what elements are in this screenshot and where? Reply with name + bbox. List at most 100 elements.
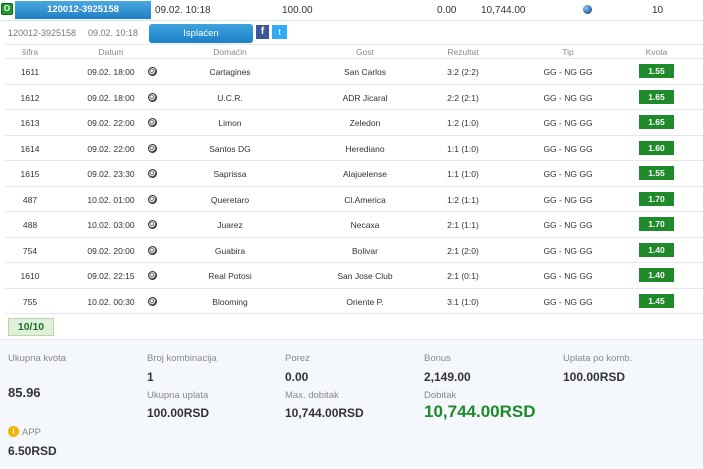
row-datum: 09.02. 22:00: [87, 118, 135, 128]
table-row: 1613 09.02. 22:00 Limon Zeledon 1:2 (1:0…: [5, 110, 703, 136]
row-odds-badge: 1.40: [639, 242, 674, 257]
row-result: 2:1 (2:0): [447, 245, 479, 256]
stake-per-combination-label: Uplata po komb.: [563, 353, 633, 364]
ticket-id-tab[interactable]: 120012-3925158: [15, 1, 151, 19]
row-home-team: Juarez: [217, 220, 243, 230]
row-sifra: 754: [22, 245, 38, 256]
row-datum: 09.02. 22:00: [87, 143, 135, 154]
app-value: 6.50RSD: [8, 444, 57, 458]
matches-counter-badge: 10/10: [8, 318, 54, 336]
row-sifra: 487: [22, 194, 38, 205]
ticket-subheader: 120012-3925158 09.02. 10:18 Isplaćen f t: [0, 22, 703, 44]
row-tip: GG - NG GG: [543, 118, 593, 128]
row-home-team: Limon: [218, 118, 242, 128]
row-sifra: 1615: [20, 169, 40, 179]
table-row: 1610 09.02. 22:15 Real Potosi San Jose C…: [5, 263, 703, 289]
ticket-win: 10,744.00: [481, 5, 526, 16]
ticket-header-row[interactable]: O 120012-3925158 09.02. 10:18 100.00 0.0…: [0, 0, 703, 21]
matches-table: šifra Datum Domaćin Gost Rezultat Tip Kv…: [5, 44, 703, 314]
table-row: 1614 09.02. 22:00 Santos DG Herediano 1:…: [5, 136, 703, 161]
row-datum: 09.02. 18:00: [87, 67, 135, 77]
soccer-ball-icon: [148, 143, 157, 153]
row-sifra: 488: [22, 220, 38, 230]
col-rezultat: Rezultat: [447, 47, 479, 57]
row-home-team: Santos DG: [209, 143, 251, 154]
row-sifra: 755: [22, 296, 38, 307]
total-stake-value: 100.00RSD: [147, 406, 210, 420]
total-stake-label: Ukupna uplata: [147, 390, 209, 401]
win-value: 10,744.00RSD: [424, 402, 536, 421]
row-tip: GG - NG GG: [543, 67, 593, 77]
row-result: 2:2 (2:1): [447, 92, 479, 103]
row-datum: 10.02. 01:00: [87, 194, 135, 205]
row-odds-badge: 1.40: [639, 268, 674, 282]
row-home-team: Real Potosi: [208, 271, 252, 281]
sub-ticket-date: 09.02. 10:18: [88, 28, 139, 38]
row-result: 2:1 (0:1): [447, 271, 479, 281]
col-domacin: Domaćin: [213, 47, 247, 57]
facebook-share-icon[interactable]: f: [256, 25, 269, 39]
row-sifra: 1614: [20, 143, 40, 154]
row-result: 1:2 (1:0): [447, 118, 479, 128]
ticket-match-count: 10: [652, 5, 664, 16]
row-home-team: U.C.R.: [217, 92, 243, 103]
total-odds-label: Ukupna kvota: [8, 353, 67, 364]
app-label: APP: [22, 427, 42, 438]
table-row: 488 10.02. 03:00 Juarez Necaxa 2:1 (1:1)…: [5, 212, 703, 238]
col-datum: Datum: [98, 47, 124, 57]
row-away-team: Bolivar: [352, 245, 378, 256]
status-check-icon: O: [1, 3, 13, 15]
row-odds-badge: 1.45: [639, 293, 674, 308]
ticket-date: 09.02. 10:18: [155, 5, 211, 16]
row-away-team: Necaxa: [350, 220, 380, 230]
row-away-team: Herediano: [345, 143, 385, 154]
table-row: 755 10.02. 00:30 Blooming Oriente P. 3:1…: [5, 289, 703, 314]
total-odds-value: 85.96: [8, 385, 41, 400]
max-win-label: Max. dobitak: [285, 390, 339, 401]
row-odds-badge: 1.55: [639, 64, 674, 78]
row-odds-badge: 1.60: [639, 140, 674, 155]
row-result: 2:1 (1:1): [447, 220, 479, 230]
row-result: 1:1 (1:0): [447, 169, 479, 179]
row-sifra: 1613: [20, 118, 40, 128]
row-tip: GG - NG GG: [543, 271, 593, 281]
row-datum: 10.02. 03:00: [87, 220, 135, 230]
row-odds-badge: 1.70: [639, 191, 674, 206]
row-sifra: 1612: [20, 92, 40, 103]
paid-status-button[interactable]: Isplaćen: [149, 24, 253, 43]
row-home-team: Saprissa: [213, 169, 247, 179]
row-datum: 09.02. 20:00: [87, 245, 135, 256]
soccer-ball-icon: [148, 220, 157, 229]
combinations-label: Broj kombinacija: [147, 353, 217, 364]
info-icon[interactable]: i: [8, 426, 19, 437]
tax-value: 0.00: [285, 370, 309, 384]
soccer-ball-icon: [148, 92, 157, 102]
row-sifra: 1611: [20, 67, 40, 77]
row-tip: GG - NG GG: [543, 245, 593, 256]
row-odds-badge: 1.70: [639, 217, 674, 231]
row-tip: GG - NG GG: [543, 92, 593, 103]
row-sifra: 1610: [20, 271, 40, 281]
table-row: 1615 09.02. 23:30 Saprissa Alajuelense 1…: [5, 161, 703, 187]
soccer-ball-icon: [148, 271, 157, 280]
twitter-share-icon[interactable]: t: [272, 25, 287, 39]
table-header: šifra Datum Domaćin Gost Rezultat Tip Kv…: [5, 45, 703, 59]
row-away-team: Zeledon: [349, 118, 381, 128]
stake-per-combination-value: 100.00RSD: [563, 370, 626, 384]
row-tip: GG - NG GG: [543, 194, 593, 205]
row-away-team: Alajuelense: [343, 169, 387, 179]
tax-label: Porez: [285, 353, 310, 364]
row-datum: 09.02. 22:15: [87, 271, 135, 281]
soccer-ball-icon: [148, 118, 157, 127]
ticket-tax: 0.00: [437, 5, 457, 16]
sub-ticket-id: 120012-3925158: [8, 28, 77, 38]
col-gost: Gost: [356, 47, 374, 57]
row-result: 1:2 (1:1): [447, 194, 479, 205]
row-odds-badge: 1.65: [639, 115, 674, 129]
row-datum: 09.02. 18:00: [87, 92, 135, 103]
ticket-summary: Ukupna kvota 85.96 i APP 6.50RSD Broj ko…: [0, 339, 703, 469]
row-datum: 10.02. 00:30: [87, 296, 135, 307]
row-home-team: Cartagines: [209, 67, 251, 77]
row-tip: GG - NG GG: [543, 143, 593, 154]
row-away-team: Cl.America: [344, 194, 386, 205]
